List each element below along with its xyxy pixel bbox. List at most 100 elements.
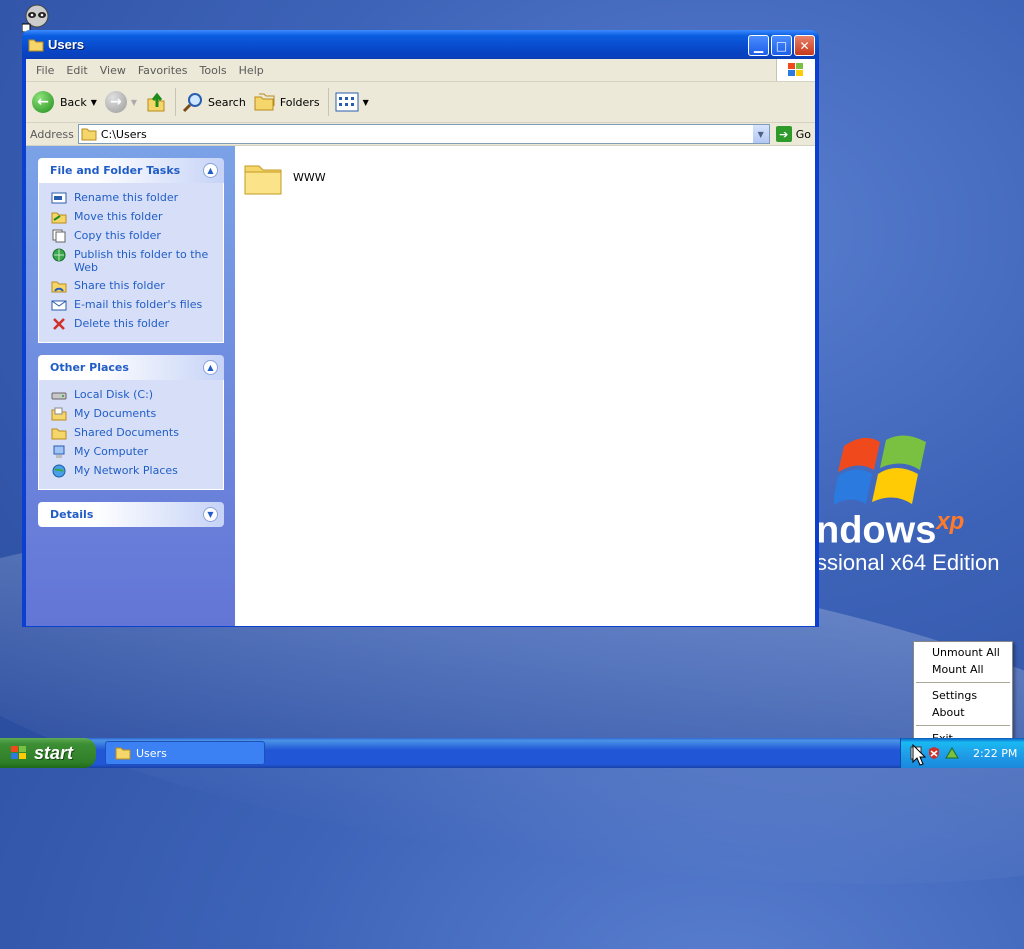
my-documents-icon: [51, 407, 67, 421]
menu-separator: [916, 682, 1010, 683]
taskbar-window-label: Users: [136, 746, 167, 760]
go-arrow-icon: ➔: [775, 126, 792, 142]
maximize-button[interactable]: □: [771, 35, 792, 56]
close-button[interactable]: ✕: [794, 35, 815, 56]
other-places-panel: Other Places ▲ Local Disk (C:) My Docume…: [38, 355, 224, 490]
up-button[interactable]: [145, 91, 167, 113]
forward-button[interactable]: → ▼: [104, 91, 137, 113]
search-button[interactable]: Search: [182, 91, 246, 113]
folders-button[interactable]: Folders: [254, 92, 320, 112]
folder-icon: [28, 39, 44, 51]
task-move[interactable]: Move this folder: [51, 210, 215, 224]
windows-logo-icon: [834, 435, 926, 505]
chevron-down-icon[interactable]: ▼: [203, 507, 218, 522]
folder-up-icon: [147, 92, 165, 112]
folder-name: WWW: [293, 170, 326, 184]
title-bar[interactable]: Users ▁ □ ✕: [22, 30, 819, 59]
menu-help[interactable]: Help: [233, 64, 270, 77]
panel-title: Other Places: [50, 361, 129, 374]
views-button[interactable]: ▼: [335, 92, 369, 112]
chevron-up-icon[interactable]: ▲: [203, 360, 218, 375]
menu-separator: [916, 725, 1010, 726]
views-icon: [335, 92, 359, 112]
place-shared-documents[interactable]: Shared Documents: [51, 426, 215, 440]
task-rename[interactable]: Rename this folder: [51, 191, 215, 205]
folder-icon: [115, 747, 131, 760]
menu-unmount-all[interactable]: Unmount All: [914, 644, 1012, 661]
chevron-down-icon: ▼: [362, 97, 369, 107]
place-my-network[interactable]: My Network Places: [51, 464, 215, 478]
chevron-down-icon: ▼: [757, 129, 764, 139]
menu-tools[interactable]: Tools: [194, 64, 233, 77]
menu-view[interactable]: View: [94, 64, 132, 77]
task-pane: File and Folder Tasks ▲ Rename this fold…: [26, 146, 235, 626]
file-list[interactable]: WWW: [235, 146, 815, 626]
menu-mount-all[interactable]: Mount All: [914, 661, 1012, 678]
chevron-down-icon[interactable]: ▼: [131, 98, 137, 107]
go-label: Go: [795, 127, 811, 141]
task-email[interactable]: E-mail this folder's files: [51, 298, 215, 312]
maximize-icon: □: [775, 38, 788, 53]
menu-edit[interactable]: Edit: [60, 64, 93, 77]
panel-header[interactable]: Other Places ▲: [38, 355, 224, 380]
address-input[interactable]: C:\Users ▼: [77, 124, 770, 144]
publish-web-icon: [52, 248, 66, 262]
folder-icon: [244, 165, 282, 195]
chevron-up-icon[interactable]: ▲: [203, 163, 218, 178]
back-button[interactable]: ← Back ▼: [32, 91, 97, 113]
file-folder-tasks-panel: File and Folder Tasks ▲ Rename this fold…: [38, 158, 224, 343]
task-delete[interactable]: Delete this folder: [51, 317, 215, 331]
close-icon: ✕: [799, 38, 810, 53]
explorer-window: Users ▁ □ ✕ File Edit View Favorites Too…: [22, 30, 819, 627]
task-copy[interactable]: Copy this folder: [51, 229, 215, 243]
wallpaper-brand: ndowsxp: [816, 508, 965, 552]
rename-icon: [51, 192, 67, 204]
place-local-disk[interactable]: Local Disk (C:): [51, 388, 215, 402]
toolbar-separator: [327, 88, 329, 116]
share-icon: [51, 281, 67, 293]
panel-header[interactable]: File and Folder Tasks ▲: [38, 158, 224, 183]
taskbar-window-button[interactable]: Users: [105, 741, 265, 765]
drive-icon: [51, 392, 67, 400]
folder-item[interactable]: WWW: [243, 158, 326, 196]
details-panel: Details ▼: [38, 502, 224, 527]
back-label: Back: [60, 95, 87, 109]
folders-icon: [254, 93, 275, 111]
email-icon: [51, 300, 67, 311]
address-label: Address: [30, 127, 74, 141]
windows-flag-icon: [776, 59, 815, 81]
start-label: start: [34, 742, 74, 763]
forward-arrow-icon: →: [104, 91, 127, 113]
raccoon-desktop-icon[interactable]: [22, 2, 52, 32]
search-icon: [182, 93, 203, 113]
place-my-computer[interactable]: My Computer: [51, 445, 215, 459]
menu-about[interactable]: About: [914, 704, 1012, 721]
start-button[interactable]: start: [0, 738, 96, 768]
move-icon: [51, 212, 67, 224]
menu-bar: File Edit View Favorites Tools Help: [26, 59, 815, 82]
network-icon: [52, 464, 66, 478]
place-my-documents[interactable]: My Documents: [51, 407, 215, 421]
folder-icon: [51, 428, 67, 440]
menu-file[interactable]: File: [30, 64, 60, 77]
toolbar-separator: [175, 88, 177, 116]
address-bar: Address C:\Users ▼ ➔ Go: [26, 123, 815, 146]
minimize-button[interactable]: ▁: [748, 35, 769, 56]
chevron-down-icon[interactable]: ▼: [91, 98, 97, 107]
task-publish-web[interactable]: Publish this folder to the Web: [51, 248, 215, 274]
menu-settings[interactable]: Settings: [914, 687, 1012, 704]
wallpaper-edition: ssional x64 Edition: [816, 550, 1000, 575]
panel-title: Details: [50, 508, 94, 521]
go-button[interactable]: ➔ Go: [775, 126, 811, 142]
network-tray-icon[interactable]: [945, 746, 959, 760]
folder-icon: [81, 128, 97, 141]
computer-icon: [53, 445, 65, 458]
clock[interactable]: 2:22 PM: [973, 747, 1017, 760]
menu-favorites[interactable]: Favorites: [132, 64, 194, 77]
task-share[interactable]: Share this folder: [51, 279, 215, 293]
security-shield-icon[interactable]: [927, 746, 941, 760]
panel-header[interactable]: Details ▼: [38, 502, 224, 527]
delete-icon: [53, 318, 65, 330]
copy-icon: [52, 229, 66, 243]
address-dropdown-button[interactable]: ▼: [752, 125, 769, 143]
